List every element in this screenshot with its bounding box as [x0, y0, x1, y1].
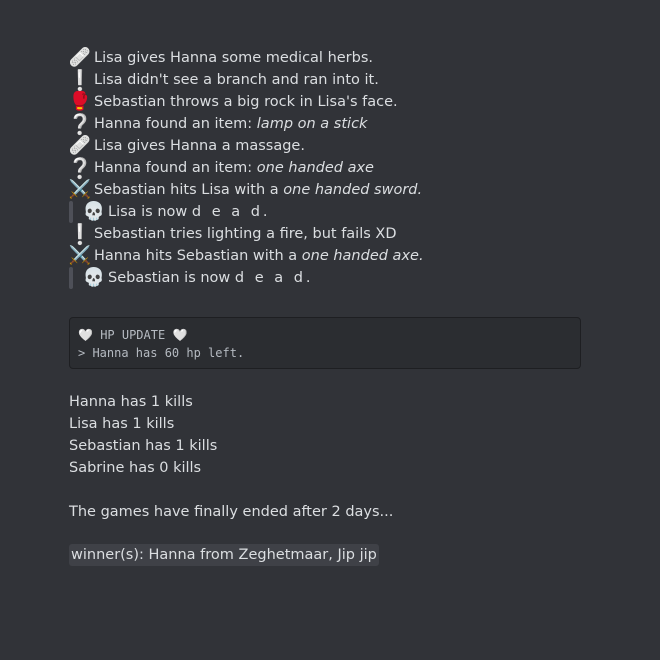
item-name: lamp on a stick — [256, 116, 368, 132]
bandage-icon: 🩹 — [68, 135, 92, 156]
boxing-glove-icon: 🥊 — [68, 91, 92, 112]
log-text: Sebastian is now — [108, 270, 235, 286]
games-ended-text: The games have finally ended after 2 day… — [69, 504, 394, 520]
log-line: ⚔️ Hanna hits Sebastian with a one hande… — [69, 245, 589, 267]
white-heart-icon: 🤍 — [78, 328, 93, 342]
log-text: Sebastian throws a big rock in Lisa's fa… — [94, 94, 398, 110]
log-line: ❔ Hanna found an item: one handed axe — [67, 156, 589, 180]
skull-icon: 💀 — [82, 267, 106, 288]
dead-text: d e a d. — [234, 270, 314, 286]
log-text: Lisa didn't see a branch and ran into it… — [94, 72, 379, 88]
kill-summary: Hanna has 1 kills Lisa has 1 kills Sebas… — [69, 391, 217, 479]
question-icon: ❔ — [67, 112, 93, 136]
log-text: Sebastian tries lighting a fire, but fai… — [94, 226, 397, 242]
kill-count: Sabrine has 0 kills — [69, 460, 202, 476]
log-text: Lisa gives Hanna some medical herbs. — [94, 50, 374, 66]
white-heart-icon: 🤍 — [172, 328, 188, 342]
crossed-swords-icon: ⚔️ — [68, 179, 92, 200]
log-line: ❔ Hanna found an item: lamp on a stick — [67, 112, 589, 136]
log-text: Lisa gives Hanna a massage. — [94, 138, 305, 154]
log-text: Hanna hits Sebastian with a — [94, 248, 302, 264]
kill-count: Sebastian has 1 kills — [69, 438, 218, 454]
weapon-name: one handed sword. — [283, 182, 423, 198]
log-line: 🥊 Sebastian throws a big rock in Lisa's … — [69, 91, 589, 113]
log-line: 🩹 Lisa gives Hanna a massage. — [69, 135, 589, 157]
log-text: Hanna found an item: — [94, 116, 257, 132]
death-quote-line: 💀 Sebastian is now d e a d. — [69, 267, 589, 289]
quote-bar — [69, 201, 73, 223]
exclamation-icon: ❕ — [67, 68, 93, 92]
death-quote-line: 💀 Lisa is now d e a d. — [69, 201, 589, 223]
question-icon: ❔ — [67, 156, 93, 180]
game-log: 🩹 Lisa gives Hanna some medical herbs. ❕… — [67, 47, 589, 289]
bandage-icon: 🩹 — [68, 47, 92, 68]
hp-update-title-text: HP UPDATE — [100, 328, 166, 342]
log-line: ❕ Lisa didn't see a branch and ran into … — [67, 68, 589, 92]
dead-text: d e a d. — [191, 204, 271, 220]
crossed-swords-icon: ⚔️ — [68, 245, 92, 266]
weapon-name: one handed axe. — [301, 248, 424, 264]
hp-update-codeblock: 🤍 HP UPDATE 🤍 > Hanna has 60 hp left. — [69, 317, 581, 369]
kill-count: Lisa has 1 kills — [69, 416, 175, 432]
skull-icon: 💀 — [82, 201, 106, 222]
hp-update-line: > Hanna has 60 hp left. — [78, 346, 245, 360]
hp-update-title: 🤍 HP UPDATE 🤍 — [78, 326, 572, 344]
log-line: ⚔️ Sebastian hits Lisa with a one handed… — [69, 179, 589, 201]
log-text: Lisa is now — [108, 204, 192, 220]
log-line: 🩹 Lisa gives Hanna some medical herbs. — [69, 47, 589, 69]
log-text: Sebastian hits Lisa with a — [94, 182, 284, 198]
winner-inline-code: winner(s): Hanna from Zeghetmaar, Jip ji… — [69, 544, 379, 566]
quote-bar — [69, 267, 73, 289]
log-text: Hanna found an item: — [94, 160, 257, 176]
kill-count: Hanna has 1 kills — [69, 394, 193, 410]
item-name: one handed axe — [256, 160, 374, 176]
log-line: ❕ Sebastian tries lighting a fire, but f… — [67, 222, 589, 246]
exclamation-icon: ❕ — [67, 222, 93, 246]
